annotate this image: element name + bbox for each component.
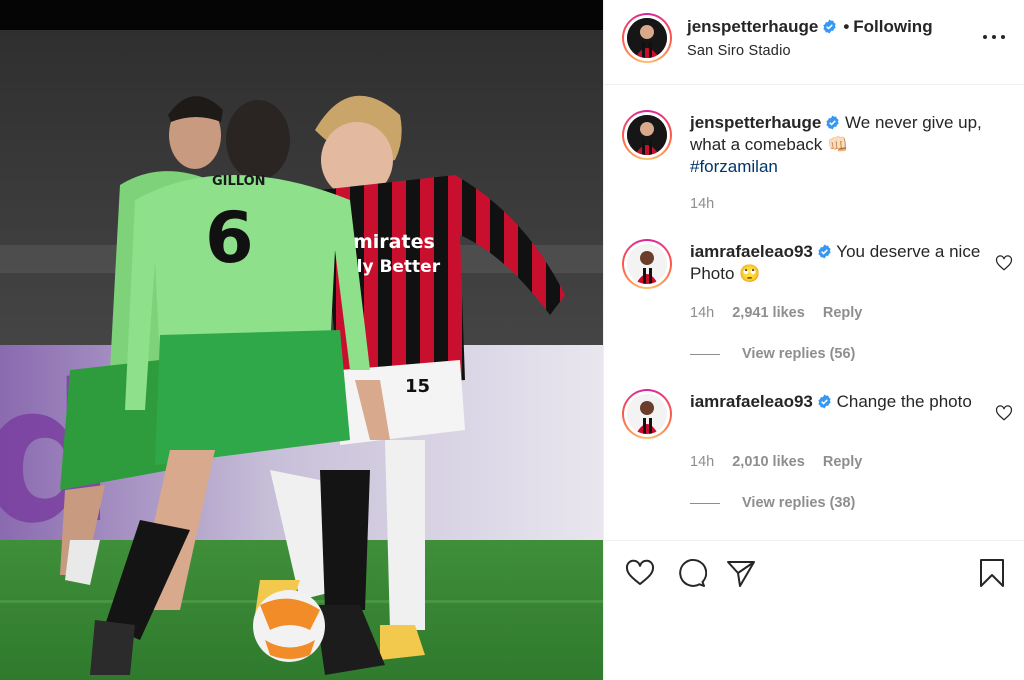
view-replies-button[interactable]: View replies (56) [690, 346, 855, 362]
verified-badge-icon [818, 244, 831, 259]
heart-icon[interactable] [624, 557, 656, 589]
shirt-number: 6 [205, 197, 254, 279]
avatar-image [627, 244, 667, 284]
avatar-image [627, 115, 667, 155]
reply-button[interactable]: Reply [823, 454, 863, 470]
caption-avatar[interactable] [622, 110, 672, 160]
view-replies-label: View replies (56) [742, 346, 856, 362]
shorts-number: 15 [405, 376, 430, 397]
comment-time[interactable]: 14h [690, 454, 714, 470]
comment-emoji: 🙄 [739, 264, 761, 283]
comment-username[interactable]: iamrafaeleao93 [690, 392, 813, 411]
avatar[interactable] [622, 13, 672, 63]
post-header: jenspetterhauge • Following San Siro Stadi… [604, 0, 1024, 85]
avatar-image [627, 18, 667, 58]
comment-text: iamrafaeleao93 Change the photo [690, 391, 1010, 413]
comment-avatar[interactable] [622, 239, 672, 289]
comment-meta: 14h 2,941 likes Reply [690, 305, 876, 321]
post-side-panel: jenspetterhauge • Following San Siro Stadi… [603, 0, 1024, 680]
caption-username[interactable]: jenspetterhauge [690, 113, 821, 132]
hashtag-link[interactable]: #forzamilan [690, 157, 778, 176]
replies-divider [690, 502, 720, 504]
comment-likes[interactable]: 2,941 likes [732, 305, 805, 321]
follow-separator: • [843, 17, 850, 36]
heart-icon[interactable] [995, 404, 1013, 422]
bookmark-icon[interactable] [976, 557, 1008, 589]
comment-icon[interactable] [675, 557, 707, 589]
comment-likes[interactable]: 2,010 likes [732, 454, 805, 470]
replies-divider [690, 353, 720, 355]
verified-badge-icon [826, 115, 839, 130]
action-bar [604, 540, 1024, 680]
view-replies-label: View replies (38) [742, 495, 856, 511]
comment-meta: 14h 2,010 likes Reply [690, 454, 876, 470]
following-button[interactable]: Following [853, 17, 932, 36]
post-username[interactable]: jenspetterhauge [687, 17, 818, 36]
verified-badge-icon [818, 394, 831, 409]
avatar-image [627, 394, 667, 434]
paper-plane-icon[interactable] [725, 557, 757, 589]
shirt-name: GILLON [212, 174, 266, 189]
verified-badge-icon [823, 19, 836, 34]
comment-time[interactable]: 14h [690, 305, 714, 321]
more-options-icon[interactable] [983, 32, 1005, 42]
view-replies-button[interactable]: View replies (38) [690, 495, 855, 511]
comment-avatar[interactable] [622, 389, 672, 439]
post-location[interactable]: San Siro Stadio [687, 43, 791, 59]
comment-username[interactable]: iamrafaeleao93 [690, 242, 813, 261]
sponsor-slogan: Fly Better [345, 257, 441, 277]
comment-body: Change the photo [836, 392, 972, 411]
football-match-image: d Emirates Fly Better 15 GILLON 6 [0, 0, 603, 680]
caption-meta: 14h [690, 196, 728, 212]
reply-button[interactable]: Reply [823, 305, 863, 321]
comment-text: iamrafaeleao93 You deserve a nice Photo … [690, 241, 1010, 285]
caption-text: jenspetterhauge We never give up, what a… [690, 112, 1010, 178]
caption-time[interactable]: 14h [690, 196, 714, 212]
post-photo[interactable]: d Emirates Fly Better 15 GILLON 6 [0, 0, 603, 680]
caption-emoji: 👊🏻 [827, 135, 849, 154]
football-ball [253, 590, 325, 662]
heart-icon[interactable] [995, 254, 1013, 272]
